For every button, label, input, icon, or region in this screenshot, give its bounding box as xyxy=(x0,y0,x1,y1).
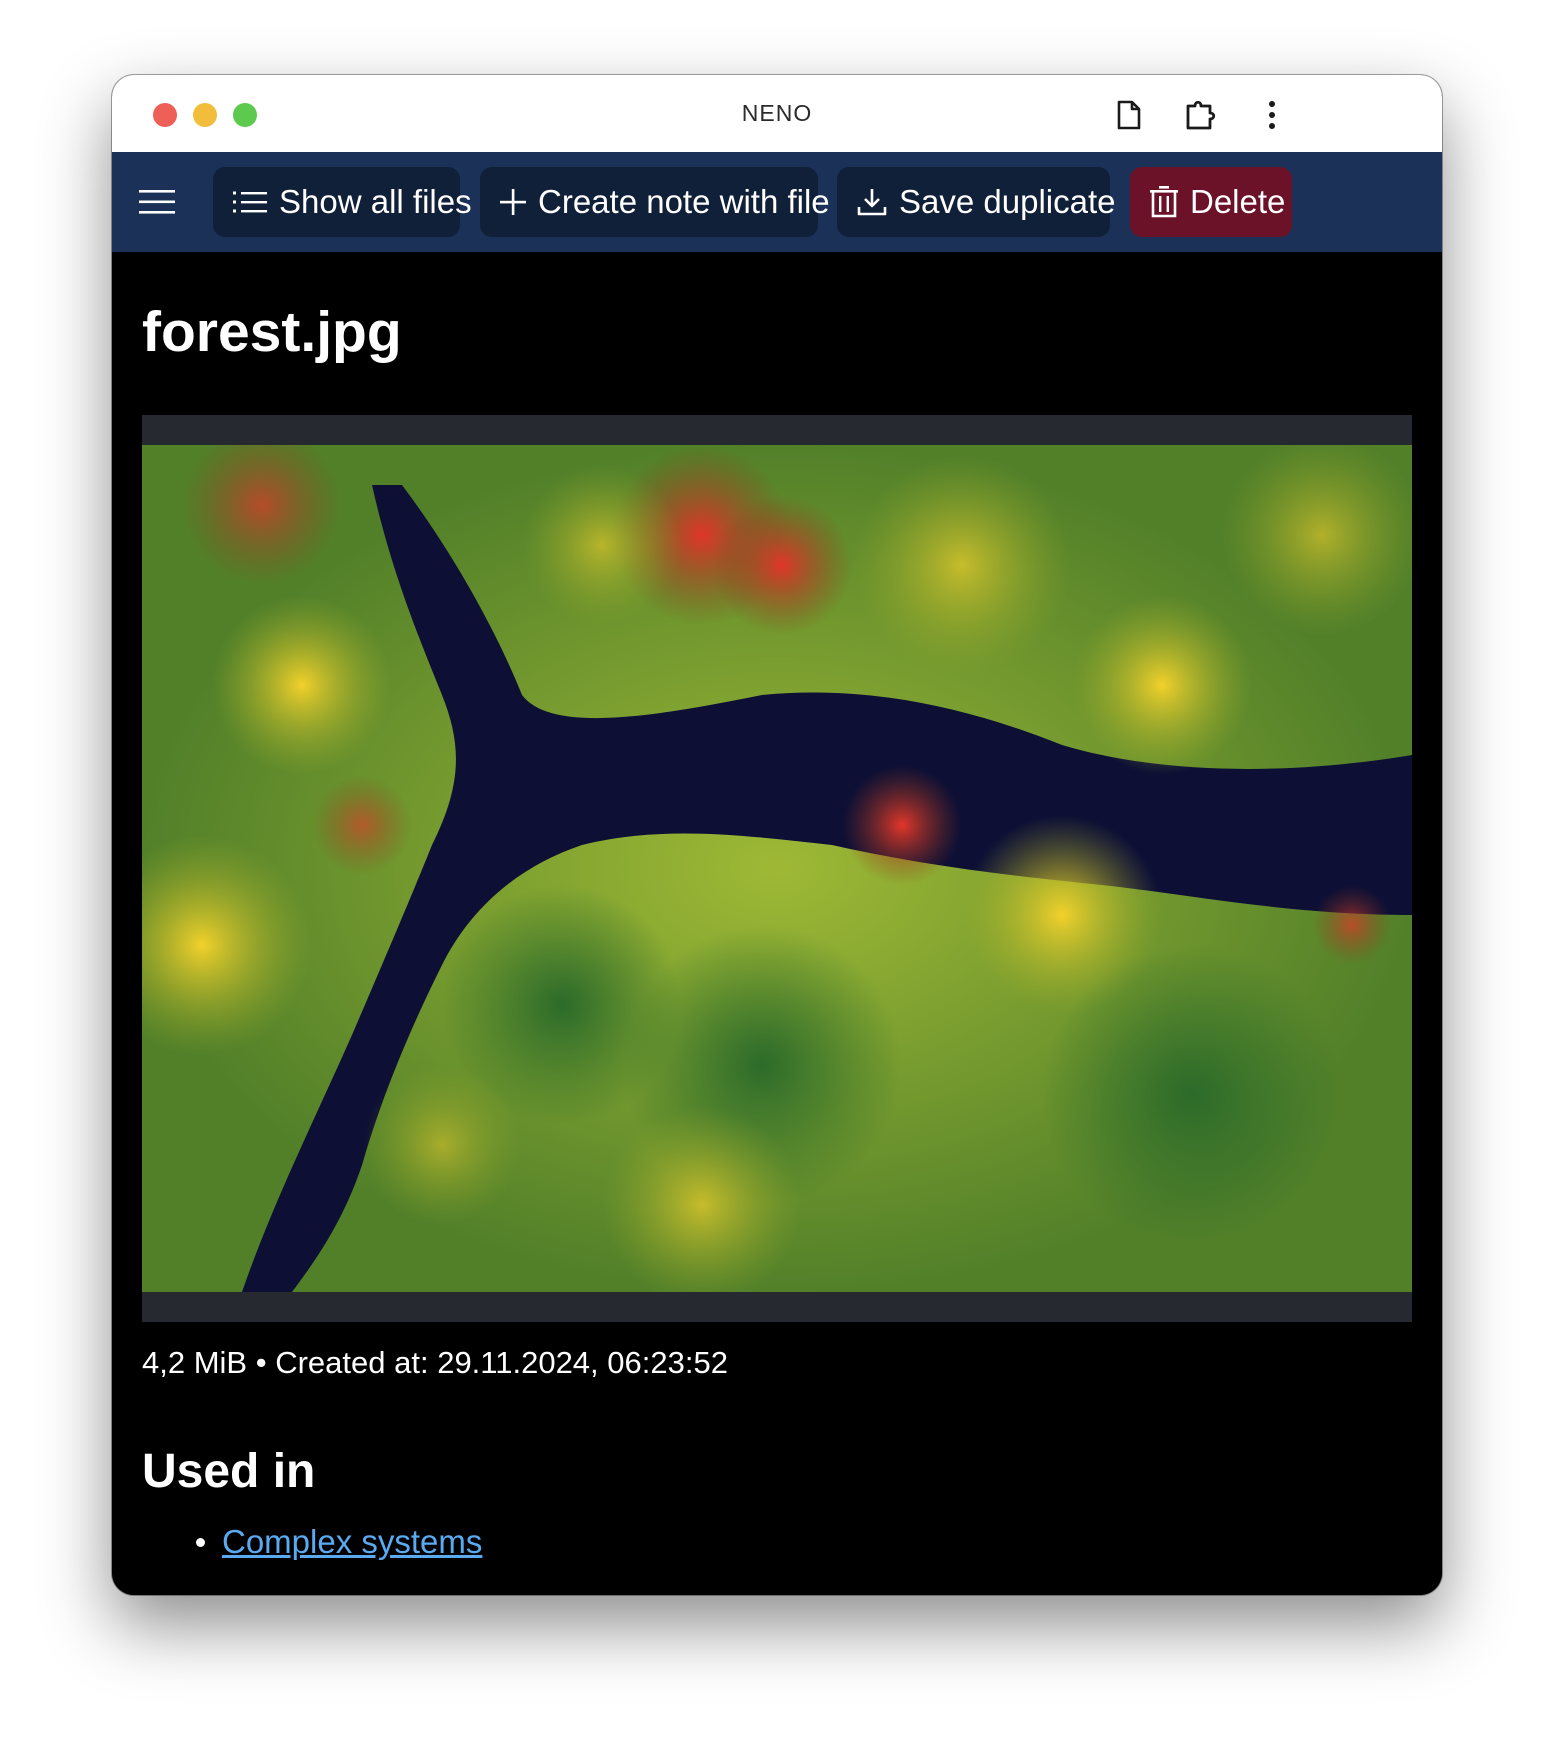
delete-label: Delete xyxy=(1190,183,1286,220)
file-title: forest.jpg xyxy=(142,300,402,364)
save-duplicate-button[interactable]: Save duplicate xyxy=(837,167,1115,237)
window-title: NENO xyxy=(741,100,813,126)
file-view: forest.jpg 4,2 MiB • Created at: 29.11.2… xyxy=(112,252,1442,1595)
note-link-complex-systems[interactable]: Complex systems xyxy=(222,1523,482,1560)
list-item: Complex systems xyxy=(112,1517,482,1567)
hamburger-menu-icon xyxy=(139,190,175,214)
create-note-with-file-button[interactable]: Create note with file xyxy=(480,167,830,237)
download-icon xyxy=(857,187,887,217)
delete-button[interactable]: Delete xyxy=(1130,167,1292,237)
file-created-at: Created at: 29.11.2024, 06:23:52 xyxy=(275,1345,728,1380)
show-all-files-button[interactable]: Show all files xyxy=(213,167,472,237)
bullet-icon xyxy=(196,1538,205,1547)
create-note-label: Create note with file xyxy=(538,183,830,220)
used-in-list: Complex systems xyxy=(112,1517,482,1567)
new-file-icon[interactable] xyxy=(1109,95,1149,135)
show-all-files-label: Show all files xyxy=(279,183,472,220)
meta-separator: • xyxy=(255,1345,267,1380)
image-preview-frame xyxy=(142,415,1412,1322)
extension-puzzle-icon[interactable] xyxy=(1181,95,1221,135)
file-image-preview xyxy=(142,445,1412,1292)
file-size: 4,2 MiB xyxy=(142,1345,248,1380)
forest-image xyxy=(142,445,1412,1292)
app-window: NENO Show all files Create note with fil… xyxy=(112,75,1442,1595)
toolbar: Show all files Create note with file Sav… xyxy=(112,152,1442,252)
used-in-heading: Used in xyxy=(142,1445,316,1498)
more-vertical-icon[interactable] xyxy=(1252,95,1292,135)
plus-icon xyxy=(500,189,526,215)
file-metadata: 4,2 MiB • Created at: 29.11.2024, 06:23:… xyxy=(142,1345,728,1381)
list-icon xyxy=(233,190,267,214)
save-duplicate-label: Save duplicate xyxy=(899,183,1116,220)
title-bar: NENO xyxy=(112,75,1442,153)
hamburger-menu-button[interactable] xyxy=(132,176,182,228)
trash-icon xyxy=(1150,186,1178,218)
